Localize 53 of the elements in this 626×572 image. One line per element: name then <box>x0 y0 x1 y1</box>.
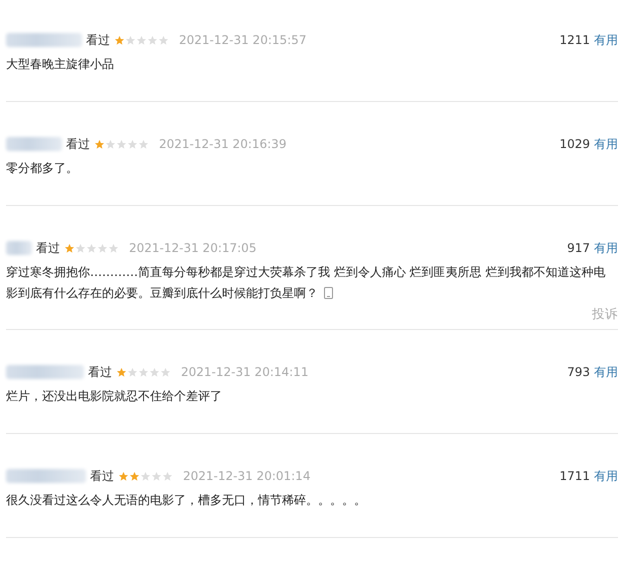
star-icon <box>149 366 160 378</box>
useful-link[interactable]: 有用 <box>594 468 618 484</box>
blurred-username <box>6 241 32 255</box>
star-icon <box>86 242 97 254</box>
useful-link[interactable]: 有用 <box>594 364 618 380</box>
comment-text: 零分都多了。 <box>6 160 79 177</box>
comment-text: 穿过寒冬拥抱你…………简直每分每秒都是穿过大荧幕杀了我 烂到令人痛心 烂到匪夷所思 烂到我都不知道这种电影到底有什么存在的必要。豆瓣到底什么时候能打负星啊？ <box>6 264 606 302</box>
star-icon <box>64 242 75 254</box>
comment-time: 2021-12-31 20:17:05 <box>129 241 256 255</box>
star-icon <box>129 470 140 482</box>
comment-text: 很久没看过这么令人无语的电影了，槽多无口，情节稀碎。。。。。 <box>6 492 367 509</box>
comment-text: 烂片，还没出电影院就忍不住给个差评了 <box>6 388 223 405</box>
vote-count: 1211 <box>559 33 590 47</box>
vote-count: 793 <box>567 365 590 379</box>
star-icon <box>125 34 136 46</box>
star-icon <box>114 34 125 46</box>
watched-label: 看过 <box>86 32 110 48</box>
watched-label: 看过 <box>66 136 90 152</box>
phone-icon <box>324 287 333 299</box>
useful-link[interactable]: 有用 <box>594 136 618 152</box>
star-icon <box>116 366 127 378</box>
watched-label: 看过 <box>36 240 60 256</box>
star-icon <box>140 470 151 482</box>
comment-text: 大型春晚主旋律小品 <box>6 56 115 73</box>
star-icon <box>108 242 119 254</box>
vote-count: 917 <box>567 241 590 255</box>
vote-count: 1711 <box>559 469 590 483</box>
star-icon <box>162 470 173 482</box>
useful-link[interactable]: 有用 <box>594 32 618 48</box>
star-icon <box>94 138 105 150</box>
star-icon <box>127 366 138 378</box>
star-icon <box>160 366 171 378</box>
blurred-username <box>6 137 62 151</box>
comment-time: 2021-12-31 20:01:14 <box>183 469 310 483</box>
comment-time: 2021-12-31 20:14:11 <box>181 365 308 379</box>
star-icon <box>116 138 127 150</box>
star-icon <box>138 138 149 150</box>
star-icon <box>118 470 129 482</box>
comment-time: 2021-12-31 20:16:39 <box>159 137 286 151</box>
star-icon <box>97 242 108 254</box>
star-icon <box>105 138 116 150</box>
star-icon <box>127 138 138 150</box>
star-icon <box>136 34 147 46</box>
watched-label: 看过 <box>88 364 112 380</box>
star-icon <box>151 470 162 482</box>
useful-link[interactable]: 有用 <box>594 240 618 256</box>
comment-time: 2021-12-31 20:15:57 <box>179 33 306 47</box>
star-icon <box>147 34 158 46</box>
watched-label: 看过 <box>90 468 114 484</box>
vote-count: 1029 <box>559 137 590 151</box>
star-icon <box>158 34 169 46</box>
star-icon <box>75 242 86 254</box>
star-icon <box>138 366 149 378</box>
